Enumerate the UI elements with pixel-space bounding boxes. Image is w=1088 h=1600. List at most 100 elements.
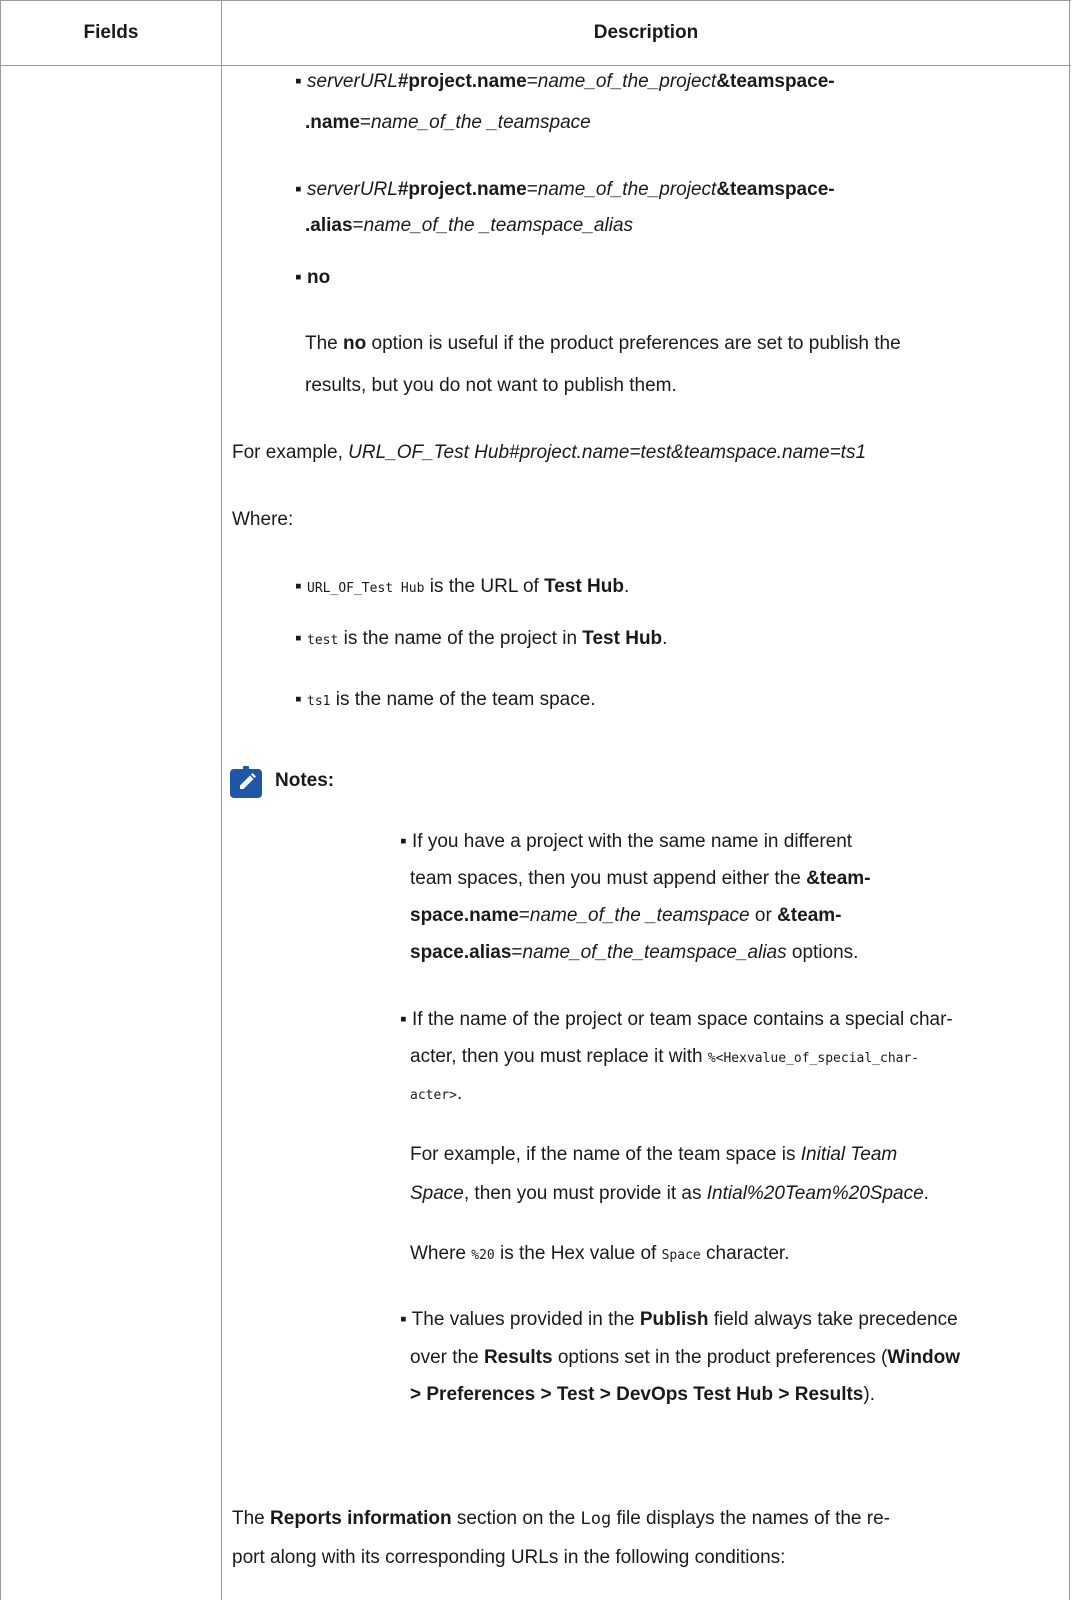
- code-hex: %20: [471, 1248, 495, 1263]
- text: over the: [410, 1347, 484, 1368]
- bullet-marker: ▪: [295, 628, 308, 649]
- text: .: [923, 1183, 929, 1204]
- teamspace-key: &teamspace-: [716, 71, 835, 92]
- text: The: [232, 1508, 271, 1529]
- header-fields: Fields: [83, 22, 139, 43]
- team-space-name: Initial Team: [800, 1144, 898, 1165]
- bullet-marker: ▪: [400, 1009, 413, 1030]
- text: For example, if the name of the team spa…: [410, 1144, 801, 1165]
- text: options.: [786, 942, 859, 963]
- team-key: &team-: [777, 905, 842, 926]
- server-url: serverURL: [307, 71, 398, 92]
- notes-title: Notes:: [275, 770, 335, 791]
- note1-line2: team spaces, then you must append either…: [410, 862, 870, 896]
- server-url: serverURL: [307, 179, 398, 200]
- text: option is useful if the product preferen…: [366, 333, 901, 354]
- text: For example,: [232, 442, 349, 463]
- code-log: Log: [580, 1509, 612, 1529]
- note2-line3: acter>.: [410, 1077, 462, 1113]
- url-format-alias-line1: ▪ serverURL#project.name=name_of_the_pro…: [295, 173, 835, 207]
- equals: =: [526, 71, 538, 92]
- bullet-marker: ▪: [295, 576, 308, 597]
- no-option-desc-line1: The no option is useful if the product p…: [305, 327, 901, 361]
- header-description: Description: [593, 22, 699, 43]
- text: , then you must provide it as: [463, 1183, 707, 1204]
- name-key: .name: [305, 112, 360, 133]
- equals: =: [518, 905, 530, 926]
- no-option-desc-line2: results, but you do not want to publish …: [305, 375, 677, 396]
- team-key: &team-: [806, 868, 871, 889]
- code-ts1: ts1: [307, 694, 331, 709]
- where-label: Where:: [232, 509, 294, 530]
- text: If you have a project with the same name…: [412, 831, 853, 852]
- note2-example-line1: For example, if the name of the team spa…: [410, 1138, 897, 1172]
- preferences-path: > Preferences > Test > DevOps Test Hub >…: [410, 1384, 864, 1405]
- text: .: [623, 576, 630, 597]
- bullet-marker: ▪: [295, 71, 302, 92]
- team-space-name: Space: [410, 1183, 464, 1204]
- teamspace-name-value: name_of_the _teamspace: [371, 112, 591, 133]
- test-hub-bold: Test Hub: [582, 628, 663, 649]
- space-name-key: space.name: [410, 905, 519, 926]
- equals: =: [526, 179, 538, 200]
- where-item-url: ▪ URL_OF_Test Hub is the URL of Test Hub…: [295, 570, 629, 606]
- text: team spaces, then you must append either…: [410, 868, 807, 889]
- project-name-key: project.name: [408, 71, 527, 92]
- table-header: Fields Description: [1, 0, 1071, 66]
- example-line: For example, URL_OF_Test Hub#project.nam…: [232, 436, 866, 470]
- window-bold: Window: [887, 1347, 961, 1368]
- text: The values provided in the: [411, 1309, 640, 1330]
- where-item-test: ▪ test is the name of the project in Tes…: [295, 622, 667, 658]
- text: The: [305, 333, 344, 354]
- text: ).: [863, 1384, 875, 1405]
- reports-information-bold: Reports information: [270, 1508, 452, 1529]
- bullet-marker: ▪: [295, 267, 302, 288]
- project-name-value: name_of_the_project: [537, 179, 717, 200]
- note2-example-line2: Space, then you must provide it as Intia…: [410, 1177, 929, 1211]
- text: is the Hex value of: [494, 1243, 662, 1264]
- bullet-marker: ▪: [400, 831, 413, 852]
- results-bold: Results: [483, 1347, 553, 1368]
- equals: =: [359, 112, 372, 133]
- project-name-key: project.name: [408, 179, 527, 200]
- text: field always take precedence: [708, 1309, 958, 1330]
- code-hex: %<Hexvalue_of_special_char-: [707, 1051, 920, 1066]
- text: or: [749, 905, 778, 926]
- reports-line1: The Reports information section on the L…: [232, 1502, 890, 1536]
- bullet-marker: ▪: [295, 689, 308, 710]
- hash: #: [397, 179, 409, 200]
- project-name-value: name_of_the_project: [537, 71, 717, 92]
- note1-line3: space.name=name_of_the _teamspace or &te…: [410, 899, 841, 933]
- bullet-marker: ▪: [295, 179, 302, 200]
- code-hex: acter>: [410, 1088, 457, 1103]
- hash: #: [397, 71, 409, 92]
- pencil-note-icon: [230, 766, 262, 798]
- note2-where-line: Where %20 is the Hex value of Space char…: [410, 1237, 789, 1273]
- teamspace-key: &teamspace-: [716, 179, 835, 200]
- text: .: [456, 1083, 463, 1104]
- no-label: no: [307, 267, 331, 288]
- text: options set in the product preferences (: [552, 1347, 888, 1368]
- url-format-name-line2: .name=name_of_the _teamspace: [305, 106, 591, 140]
- alias-key: .alias: [305, 215, 353, 236]
- text: file displays the names of the re-: [611, 1508, 890, 1529]
- note2-line1: ▪ If the name of the project or team spa…: [400, 1003, 953, 1037]
- code-space: Space: [661, 1248, 701, 1263]
- code-test: test: [307, 633, 339, 648]
- text: acter, then you must replace it with: [410, 1046, 708, 1067]
- no-bold: no: [343, 333, 367, 354]
- column-divider: [221, 0, 222, 1600]
- where-item-ts1: ▪ ts1 is the name of the team space.: [295, 683, 596, 719]
- code-url: URL_OF_Test Hub: [307, 581, 425, 596]
- text: section on the: [451, 1508, 581, 1529]
- text: is the name of the project in: [338, 628, 583, 649]
- note1-line4: space.alias=name_of_the_teamspace_alias …: [410, 936, 858, 970]
- test-hub-bold: Test Hub: [544, 576, 624, 597]
- reports-line2: port along with its corresponding URLs i…: [232, 1547, 786, 1568]
- teamspace-value: name_of_the _teamspace: [529, 905, 750, 926]
- text: Where: [410, 1243, 472, 1264]
- teamspace-alias-value: name_of_the_teamspace_alias: [522, 942, 787, 963]
- bullet-marker: ▪: [400, 1309, 412, 1330]
- note3-line3: > Preferences > Test > DevOps Test Hub >…: [410, 1378, 875, 1412]
- text: is the name of the team space.: [330, 689, 596, 710]
